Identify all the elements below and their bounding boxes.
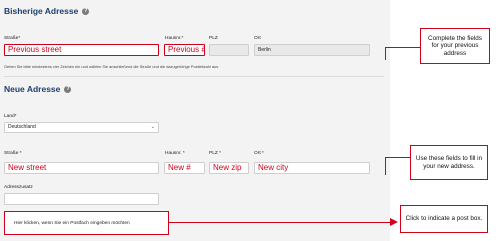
- callout-connector-postbox: [169, 222, 395, 223]
- new-address-section-title: Neue Adresse ?: [4, 84, 72, 94]
- postbox-link-text: Hier klicken, wenn Sie ein Postfach eing…: [14, 220, 130, 226]
- callout-postbox: Click to indicate a post box.: [400, 205, 488, 233]
- help-circle-icon[interactable]: ?: [64, 85, 72, 93]
- callout-connector-previous-vertical: [385, 47, 386, 60]
- postbox-link-button[interactable]: Hier klicken, wenn Sie ein Postfach eing…: [4, 211, 169, 235]
- new-house-label: Hausnr. *: [165, 151, 185, 156]
- address-addition-input[interactable]: [4, 193, 159, 205]
- old-street-label: Straße*: [4, 36, 21, 41]
- callout-previous-address: Complete the fields for your previous ad…: [420, 28, 490, 64]
- new-address-title: Neue Adresse: [4, 84, 61, 94]
- old-address-section-title: Bisherige Adresse ?: [4, 6, 90, 16]
- old-street-input[interactable]: Previous street: [4, 44, 159, 56]
- old-address-hint: Geben Sie bitte mindestens vier Zeichen …: [4, 64, 220, 69]
- arrow-right-icon: [390, 218, 398, 226]
- old-address-title: Bisherige Adresse: [4, 6, 79, 16]
- new-street-label: Straße *: [4, 151, 22, 156]
- callout-connector-new: [385, 157, 410, 158]
- new-city-label: Ort *: [254, 151, 264, 156]
- country-label: Land*: [4, 114, 17, 119]
- old-city-input[interactable]: Berlin: [254, 44, 370, 56]
- old-house-number-input[interactable]: Previous #: [164, 44, 205, 56]
- address-form-panel: Bisherige Adresse ? Straße* Hausnr.* PLZ…: [0, 0, 390, 241]
- new-house-number-input[interactable]: New #: [164, 162, 205, 174]
- callout-connector-previous: [385, 47, 420, 48]
- chevron-down-icon: ⌄: [150, 124, 155, 130]
- section-divider: [4, 76, 384, 77]
- help-circle-icon[interactable]: ?: [82, 7, 90, 15]
- callout-connector-new-vertical: [385, 157, 386, 175]
- old-zip-label: PLZ: [209, 36, 218, 41]
- old-house-label: Hausnr.*: [165, 36, 184, 41]
- new-city-input[interactable]: New city: [254, 162, 370, 174]
- new-street-input[interactable]: New street: [4, 162, 159, 174]
- new-zip-label: PLZ *: [209, 151, 221, 156]
- new-zip-input[interactable]: New zip: [209, 162, 249, 174]
- country-select[interactable]: Deutschland ⌄: [4, 122, 159, 133]
- old-city-label: Ort: [254, 36, 261, 41]
- callout-new-address: Use these fields to fill in your new add…: [410, 145, 488, 180]
- old-zip-input[interactable]: [209, 44, 249, 56]
- country-selected-value: Deutschland: [8, 124, 36, 130]
- address-addition-label: Adresszusatz: [4, 185, 33, 190]
